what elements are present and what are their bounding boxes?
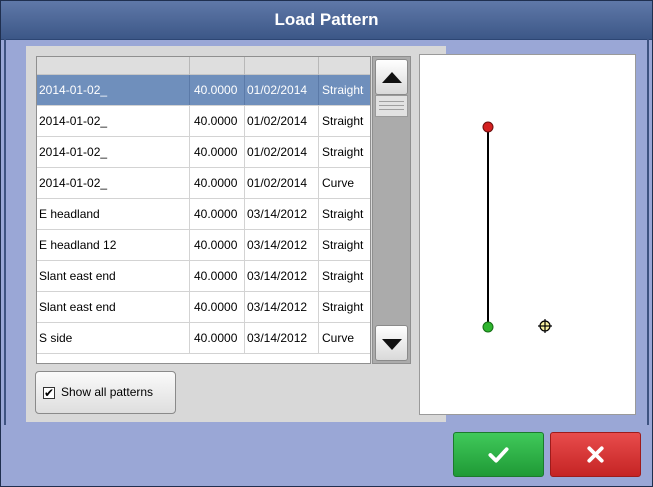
- cell-type: Straight: [322, 207, 364, 221]
- cell-pattern-name: S side: [37, 323, 190, 353]
- table-row[interactable]: Slant east end 40.0000 03/14/2012 Straight: [37, 261, 370, 292]
- cell-type: Curve: [322, 331, 355, 345]
- table-row[interactable]: Slant east end 40.0000 03/14/2012 Straight: [37, 292, 370, 323]
- scroll-thumb[interactable]: [375, 95, 408, 117]
- cancel-button[interactable]: [550, 432, 641, 477]
- table-scrollbar[interactable]: [372, 56, 411, 364]
- pattern-preview-canvas: [482, 121, 552, 333]
- cell-pattern-name: 2014-01-02_: [37, 137, 190, 167]
- thumb-grip-line: [379, 105, 404, 106]
- checkmark-icon: [488, 447, 509, 463]
- end-point-marker: [482, 321, 494, 333]
- x-icon: [587, 446, 604, 463]
- scroll-down-button[interactable]: [375, 325, 408, 361]
- triangle-up-icon: [382, 72, 402, 83]
- start-point-marker: [482, 121, 494, 133]
- cell-pattern-name: E headland 12: [37, 230, 190, 260]
- cell-date: 01/02/2014: [245, 75, 319, 105]
- cell-type: Straight: [322, 238, 364, 252]
- cell-pattern-name: E headland: [37, 199, 190, 229]
- dialog-title: Load Pattern: [274, 10, 379, 29]
- table-row[interactable]: 2014-01-02_ 40.0000 01/02/2014 Curve: [37, 168, 370, 199]
- table-row[interactable]: 2014-01-02_ 40.0000 01/02/2014 Straight: [37, 106, 370, 137]
- triangle-down-icon: [382, 339, 402, 350]
- table-row[interactable]: 2014-01-02_ 40.0000 01/02/2014 Straight: [37, 75, 370, 106]
- cell-pattern-name: 2014-01-02_: [37, 106, 190, 136]
- thumb-grip-line: [379, 109, 404, 110]
- cell-width: 40.0000: [190, 75, 245, 105]
- cell-type: Straight: [322, 114, 364, 128]
- cell-type: Straight: [322, 300, 364, 314]
- load-pattern-dialog: Load Pattern 2014-01-02_ 40.0000 01/02/201…: [0, 0, 653, 487]
- cell-date: 03/14/2012: [245, 261, 319, 291]
- cell-width: 40.0000: [190, 261, 245, 291]
- cell-pattern-name: 2014-01-02_: [37, 75, 190, 105]
- cell-date: 01/02/2014: [245, 106, 319, 136]
- ok-button[interactable]: [453, 432, 544, 477]
- column-header-date[interactable]: [245, 57, 319, 75]
- cell-width: 40.0000: [190, 199, 245, 229]
- thumb-grip-line: [379, 101, 404, 102]
- cell-type: Straight: [322, 145, 364, 159]
- pattern-table: 2014-01-02_ 40.0000 01/02/2014 Straight 2014…: [36, 56, 371, 364]
- cell-pattern-name: 2014-01-02_: [37, 168, 190, 198]
- cell-type: Straight: [322, 83, 364, 97]
- cell-type: Straight: [322, 269, 364, 283]
- scroll-up-button[interactable]: [375, 59, 408, 95]
- cell-width: 40.0000: [190, 137, 245, 167]
- title-bar: Load Pattern: [1, 1, 652, 40]
- column-header-name[interactable]: [37, 57, 190, 75]
- cell-width: 40.0000: [190, 168, 245, 198]
- cell-pattern-name: Slant east end: [37, 292, 190, 322]
- cell-date: 01/02/2014: [245, 168, 319, 198]
- cell-width: 40.0000: [190, 230, 245, 260]
- cell-date: 01/02/2014: [245, 137, 319, 167]
- cell-type: Curve: [322, 176, 355, 190]
- column-header-type[interactable]: [319, 57, 370, 75]
- show-all-checkbox[interactable]: ✔: [43, 387, 55, 399]
- table-row[interactable]: 2014-01-02_ 40.0000 01/02/2014 Straight: [37, 137, 370, 168]
- cell-width: 40.0000: [190, 323, 245, 353]
- crosshair-icon: [538, 319, 552, 333]
- table-row[interactable]: S side 40.0000 03/14/2012 Curve: [37, 323, 370, 354]
- cell-pattern-name: Slant east end: [37, 261, 190, 291]
- pattern-preview: [419, 54, 636, 415]
- table-row[interactable]: E headland 40.0000 03/14/2012 Straight: [37, 199, 370, 230]
- show-all-label: Show all patterns: [61, 385, 154, 399]
- cell-width: 40.0000: [190, 292, 245, 322]
- cell-date: 03/14/2012: [245, 292, 319, 322]
- show-all-patterns-button[interactable]: ✔ Show all patterns: [35, 371, 176, 414]
- checkmark-icon: ✔: [44, 386, 55, 400]
- table-row[interactable]: E headland 12 40.0000 03/14/2012 Straight: [37, 230, 370, 261]
- cell-date: 03/14/2012: [245, 199, 319, 229]
- column-header-width[interactable]: [190, 57, 245, 75]
- cell-date: 03/14/2012: [245, 323, 319, 353]
- cell-width: 40.0000: [190, 106, 245, 136]
- cell-date: 03/14/2012: [245, 230, 319, 260]
